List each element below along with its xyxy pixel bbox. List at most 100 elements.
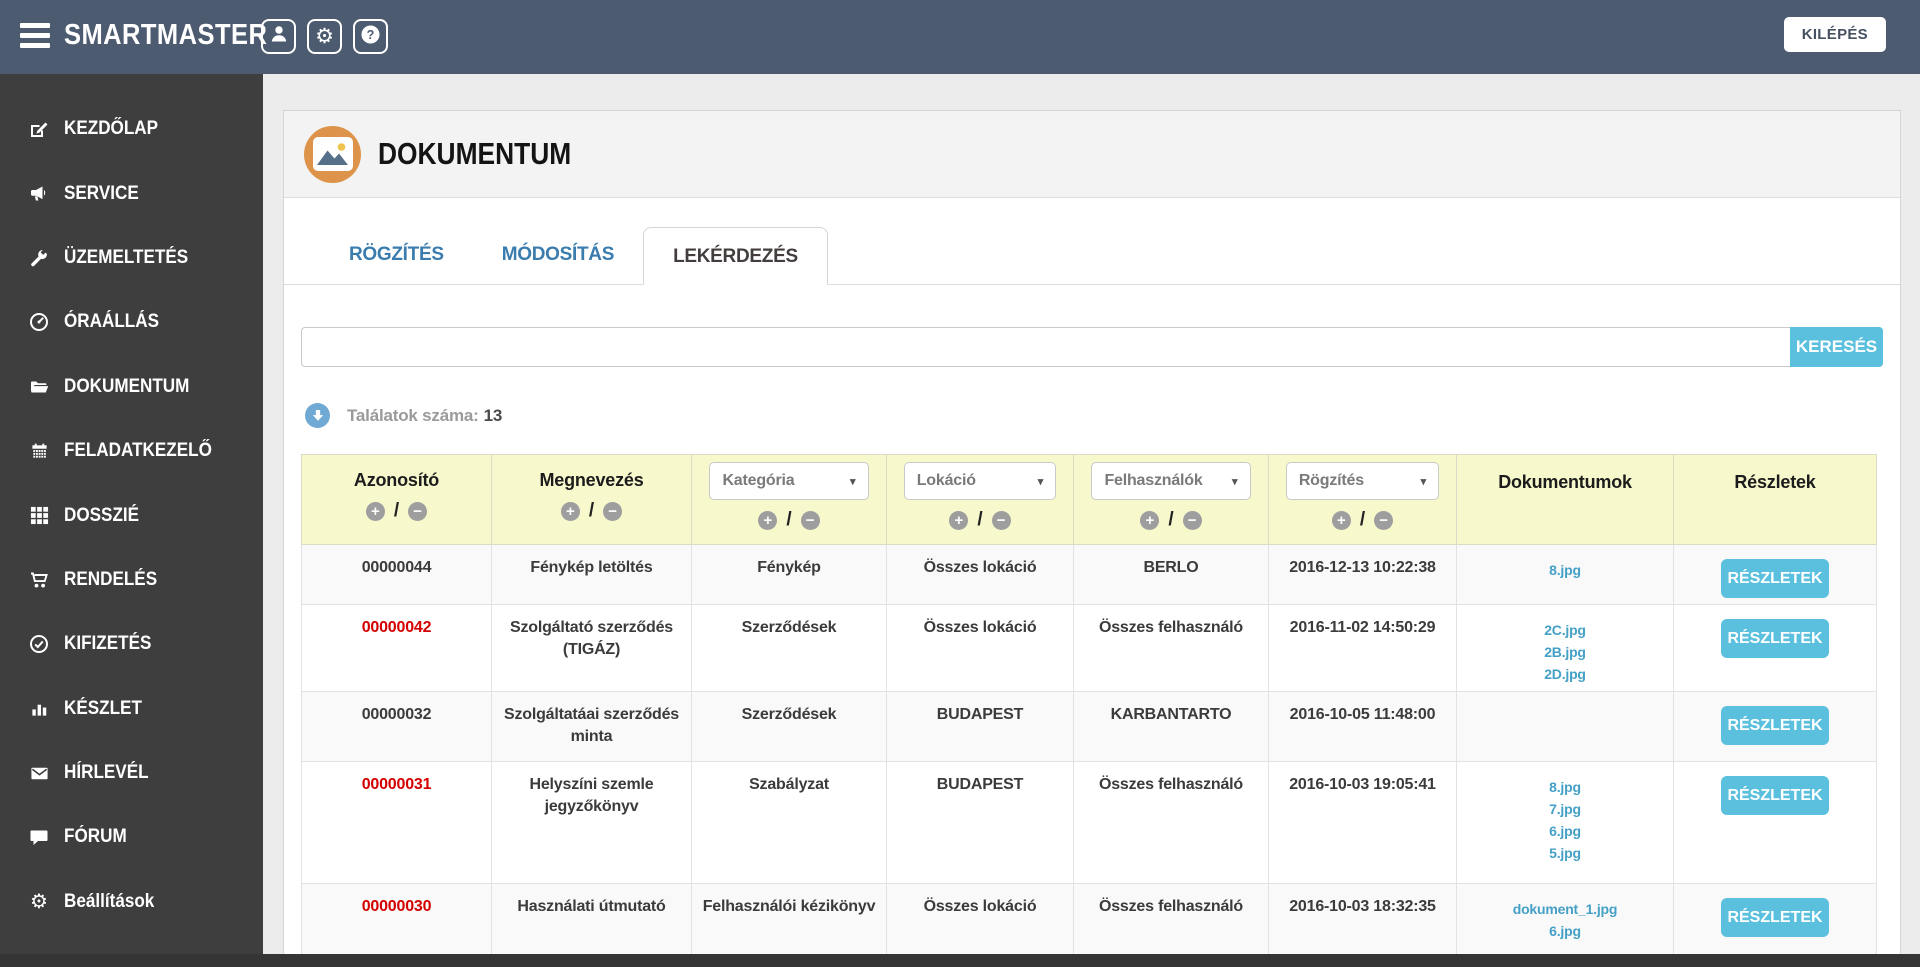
filter-select-rogzites[interactable]: Rögzítés ▾	[1285, 462, 1440, 500]
cell-recorded: 2016-11-02 14:50:29	[1268, 604, 1457, 692]
sort-desc-button-lokacio[interactable]: −	[991, 510, 1011, 530]
sidebar-item-kifizetes[interactable]: KIFIZETÉS	[0, 612, 263, 676]
tab-rogzites[interactable]: RÖGZÍTÉS	[320, 226, 473, 284]
details-button[interactable]: RÉSZLETEK	[1721, 706, 1829, 745]
sidebar-item-label: ÓRAÁLLÁS	[64, 311, 160, 333]
file-link[interactable]: dokument_1.jpg	[1465, 898, 1665, 920]
sort-slash: /	[1359, 509, 1366, 530]
sort-asc-button-felhasznalok[interactable]: +	[1140, 510, 1160, 530]
sidebar-item-rendeles[interactable]: RENDELÉS	[0, 548, 263, 612]
column-header-rogzites: Rögzítés ▾ + / −	[1268, 454, 1457, 545]
sort-desc-button-azonosito[interactable]: −	[408, 501, 428, 521]
search-button[interactable]: KERESÉS	[1790, 327, 1883, 367]
sidebar-item-kezdolap[interactable]: KEZDŐLAP	[0, 97, 263, 161]
file-link[interactable]: 6.jpg	[1465, 820, 1665, 842]
document-card: DOKUMENTUM RÖGZÍTÉS MÓDOSÍTÁS LEKÉRDEZÉS K…	[283, 110, 1901, 967]
sidebar-item-label: Beállítások	[64, 890, 155, 912]
column-header-lokacio: Lokáció ▾ + / −	[886, 454, 1074, 545]
table-row: 00000031 Helyszíni szemle jegyzőkönyv Szab…	[301, 761, 1877, 884]
cell-location: Összes lokáció	[886, 544, 1074, 605]
sidebar-item-oraallas[interactable]: ÓRAÁLLÁS	[0, 290, 263, 354]
cell-recorded: 2016-10-05 11:48:00	[1268, 691, 1457, 762]
sort-desc-button-megnevezes[interactable]: −	[603, 501, 623, 521]
sort-desc-button-felhasznalok[interactable]: −	[1182, 510, 1202, 530]
folder-open-icon	[27, 377, 51, 397]
sidebar-item-label: HÍRLEVÉL	[64, 762, 149, 784]
file-link[interactable]: 5.jpg	[1465, 842, 1665, 864]
envelope-icon	[27, 764, 51, 783]
sort-slash: /	[786, 509, 792, 530]
help-icon-button[interactable]: ?	[353, 19, 388, 54]
documents-table: Azonosító + / − Megnevezés + / − Kategória ▾ + / − Lo…	[301, 454, 1877, 967]
sidebar-item-keszlet[interactable]: KÉSZLET	[0, 677, 263, 741]
file-link[interactable]: 8.jpg	[1465, 559, 1665, 581]
tab-lekerdezes[interactable]: LEKÉRDEZÉS	[643, 227, 828, 285]
sort-asc-button-megnevezes[interactable]: +	[560, 501, 580, 521]
sort-slash: /	[977, 509, 983, 530]
sidebar-item-label: DOSSZIÉ	[64, 504, 140, 526]
download-arrow-icon[interactable]	[305, 403, 330, 428]
hamburger-menu-icon[interactable]	[20, 23, 50, 50]
file-link[interactable]: 7.jpg	[1465, 798, 1665, 820]
details-button[interactable]: RÉSZLETEK	[1721, 619, 1829, 658]
file-link[interactable]: 8.jpg	[1465, 776, 1665, 798]
cell-id: 00000042	[301, 604, 492, 692]
gear-icon: ⚙	[30, 890, 48, 913]
sort-asc-button-lokacio[interactable]: +	[949, 510, 969, 530]
help-icon: ?	[360, 24, 381, 50]
grid-icon	[27, 506, 51, 525]
sidebar-item-forum[interactable]: FÓRUM	[0, 805, 263, 869]
sort-asc-button-azonosito[interactable]: +	[365, 501, 385, 521]
cell-details: RÉSZLETEK	[1673, 761, 1877, 884]
chevron-down-icon: ▾	[1037, 475, 1044, 488]
sidebar-item-dokumentum[interactable]: DOKUMENTUM	[0, 355, 263, 419]
results-count: 13	[483, 405, 503, 425]
gear-icon-button[interactable]: ⚙	[307, 19, 342, 54]
cell-id: 00000031	[301, 761, 492, 884]
file-link[interactable]: 2B.jpg	[1465, 641, 1665, 663]
tab-modositas[interactable]: MÓDOSÍTÁS	[473, 226, 643, 284]
sidebar-item-label: DOKUMENTUM	[64, 375, 190, 397]
user-icon-button[interactable]	[261, 19, 296, 54]
svg-text:?: ?	[367, 27, 375, 41]
cell-category: Szabályzat	[691, 761, 887, 884]
table-header-row: Azonosító + / − Megnevezés + / − Kategória ▾ + / − Lo…	[301, 454, 1877, 545]
filter-select-kategoria[interactable]: Kategória ▾	[709, 462, 869, 500]
cell-category: Fénykép	[691, 544, 887, 605]
sidebar-item-beallitasok[interactable]: ⚙ Beállítások	[0, 870, 263, 934]
sort-controls: + / −	[302, 500, 491, 522]
details-button[interactable]: RÉSZLETEK	[1721, 559, 1829, 598]
sidebar-item-label: SERVICE	[64, 182, 139, 204]
sort-controls: + / −	[692, 509, 886, 531]
sidebar-item-label: FELADATKEZELŐ	[64, 440, 212, 462]
file-link[interactable]: 2C.jpg	[1465, 619, 1665, 641]
sidebar-item-service[interactable]: SERVICE	[0, 161, 263, 225]
cell-location: BUDAPEST	[886, 761, 1074, 884]
sort-controls: + / −	[492, 500, 691, 522]
cell-details: RÉSZLETEK	[1673, 691, 1877, 762]
sort-asc-button-rogzites[interactable]: +	[1331, 510, 1351, 530]
file-link[interactable]: 6.jpg	[1465, 920, 1665, 942]
sort-asc-button-kategoria[interactable]: +	[758, 510, 778, 530]
tab-bar: RÖGZÍTÉS MÓDOSÍTÁS LEKÉRDEZÉS	[284, 226, 1900, 285]
sort-desc-button-kategoria[interactable]: −	[800, 510, 820, 530]
sidebar-item-hirlevel[interactable]: HÍRLEVÉL	[0, 741, 263, 805]
table-row: 00000032 Szolgáltatáai szerződés minta Sze…	[301, 691, 1877, 762]
sidebar: KEZDŐLAP SERVICE ÜZEMELTETÉS ÓRAÁLLÁS DOKUME…	[0, 74, 263, 967]
logout-button[interactable]: KILÉPÉS	[1783, 17, 1886, 52]
details-button[interactable]: RÉSZLETEK	[1721, 776, 1829, 815]
chevron-down-icon: ▾	[1232, 475, 1238, 488]
file-link[interactable]: 2D.jpg	[1465, 663, 1665, 685]
sidebar-item-dosszie[interactable]: DOSSZIÉ	[0, 483, 263, 547]
sidebar-item-feladatkezelo[interactable]: FELADATKEZELŐ	[0, 419, 263, 483]
calendar-icon	[27, 441, 51, 461]
filter-select-felhasznalok[interactable]: Felhasználók ▾	[1091, 462, 1251, 500]
sidebar-item-uzemeltetes[interactable]: ÜZEMELTETÉS	[0, 226, 263, 290]
search-input[interactable]	[301, 327, 1790, 367]
gauge-icon	[27, 312, 51, 332]
cell-details: RÉSZLETEK	[1673, 604, 1877, 692]
filter-select-lokacio[interactable]: Lokáció ▾	[903, 462, 1057, 500]
details-button[interactable]: RÉSZLETEK	[1721, 898, 1829, 937]
cell-name: Fénykép letöltés	[491, 544, 692, 605]
sort-desc-button-rogzites[interactable]: −	[1374, 510, 1394, 530]
